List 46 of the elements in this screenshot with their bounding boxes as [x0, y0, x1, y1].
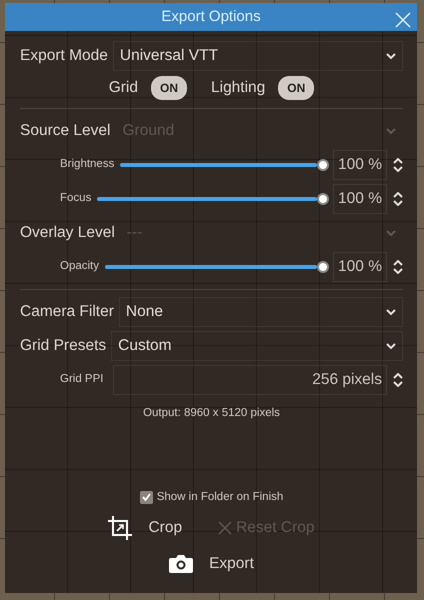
checkbox-label: Show in Folder on Finish [156, 490, 284, 504]
output-text: Output: 8960 x 5120 pixels [142, 406, 281, 421]
toggle-label: Grid [108, 78, 138, 98]
button[interactable]: Export [169, 552, 254, 575]
toggle-switch[interactable]: ON [151, 76, 187, 100]
button[interactable]: Crop [108, 516, 182, 540]
dropdown[interactable]: Custom [111, 331, 403, 361]
stepper-icon [393, 158, 403, 172]
toggle-switch[interactable]: ON [278, 76, 314, 100]
field-label: Source Level [20, 121, 110, 142]
dropdown[interactable]: Universal VTT [112, 41, 403, 71]
chevron-down-icon [386, 230, 396, 236]
slider-label: Opacity [60, 259, 99, 274]
slider-label: Focus [60, 191, 92, 206]
button: Reset Crop [218, 516, 314, 540]
checkbox[interactable] [140, 490, 153, 504]
slider-thumb[interactable] [317, 261, 329, 273]
chevron-down-icon [386, 308, 396, 316]
field-value: Ground [122, 121, 174, 142]
field-label: Grid PPI [60, 372, 104, 388]
number-field[interactable]: 256 pixels [113, 365, 387, 395]
stepper-icon [393, 373, 403, 387]
chevron-down-icon [386, 52, 396, 60]
chevron-down-icon [386, 342, 396, 350]
field-label: Camera Filter [20, 302, 114, 322]
number-field[interactable]: 100 % [333, 184, 387, 214]
slider-thumb[interactable] [317, 193, 329, 205]
crop-icon [108, 516, 132, 540]
field-label: Export Mode [20, 46, 108, 66]
number-field[interactable]: 100 % [333, 252, 387, 282]
chevron-down-icon [386, 128, 396, 134]
dropdown[interactable]: None [118, 297, 403, 327]
number-field[interactable]: 100 % [333, 150, 387, 180]
slider-label: Brightness [60, 157, 114, 172]
close-icon [395, 12, 411, 28]
close-icon [218, 520, 232, 535]
toggle-label: Lighting [211, 78, 266, 98]
stepper-icon [393, 192, 403, 206]
camera-icon [169, 554, 194, 573]
window-title: Export Options [161, 6, 261, 27]
checkmark-icon [142, 493, 151, 502]
slider-thumb[interactable] [317, 159, 329, 171]
field-value: --- [126, 223, 142, 244]
field-label: Grid Presets [20, 336, 106, 356]
field-label: Overlay Level [20, 223, 115, 244]
stepper-icon [393, 260, 403, 274]
